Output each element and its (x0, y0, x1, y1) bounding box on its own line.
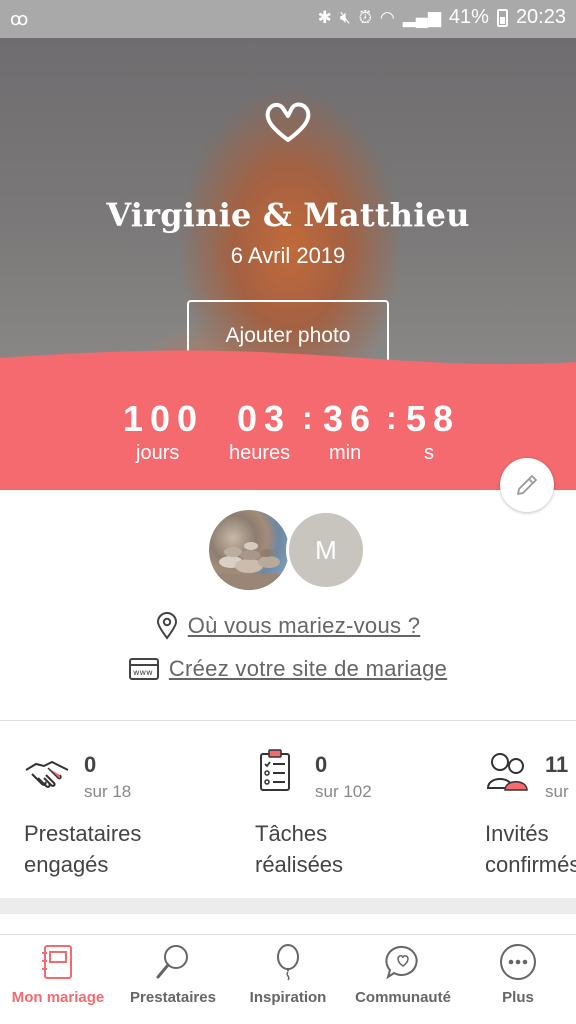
bottom-navigation: Mon mariage Prestataires Inspiration Com… (0, 934, 576, 1024)
clock: 20:23 (515, 6, 566, 28)
stones-image (209, 542, 289, 590)
stat-value: 11 (545, 752, 569, 777)
stat-label-line: engagés (24, 852, 109, 877)
nav-inspiration[interactable]: Inspiration (230, 943, 346, 1006)
alarm-icon: ⏰︎ (358, 8, 372, 27)
pencil-icon (517, 475, 537, 495)
couple-names: Virginie & Matthieu (106, 196, 470, 234)
venue-link-row[interactable]: Où vous mariez-vous ? (0, 612, 576, 640)
nav-label: Inspiration (249, 989, 327, 1006)
stat-label: Prestataires engagés (24, 818, 224, 880)
countdown-hours-label: heures (229, 442, 291, 464)
battery-icon (496, 8, 508, 27)
nav-mon-mariage[interactable]: Mon mariage (0, 943, 116, 1006)
bluetooth-icon: ✱ (317, 8, 332, 27)
website-icon: www (128, 658, 159, 680)
battery-percent: 41% (448, 6, 489, 28)
hero-cover: Virginie & Matthieu 6 Avril 2019 Ajouter… (0, 38, 576, 368)
wedding-date: 6 Avril 2019 (230, 243, 346, 268)
magnifier-icon (156, 945, 188, 979)
countdown-days: 100 (123, 398, 205, 439)
countdown-seconds: 58 (406, 398, 461, 439)
balloon-icon (277, 944, 299, 981)
section-separator (0, 898, 576, 914)
countdown-minutes: 36 (323, 398, 378, 439)
countdown-minutes-label: min (329, 442, 362, 464)
partner-avatar[interactable]: M (286, 510, 366, 590)
website-link[interactable]: Créez votre site de mariage (169, 656, 447, 682)
stat-label-line: Invités (485, 821, 549, 846)
signal-icon: ▂▄▆ (402, 8, 441, 27)
nav-label: Communauté (355, 989, 451, 1006)
wifi-icon: ◠ (379, 8, 395, 27)
countdown-wave (0, 350, 576, 400)
stat-label: Tâches réalisées (255, 818, 455, 880)
svg-text:www: www (133, 668, 153, 677)
stat-total: sur 18 (84, 782, 132, 801)
heart-icon (265, 102, 311, 142)
handshake-icon (25, 760, 69, 788)
partner-photo-avatar[interactable] (209, 510, 289, 590)
more-icon (500, 944, 536, 980)
nav-plus[interactable]: Plus (460, 943, 576, 1006)
stat-value: 0 (84, 752, 97, 777)
stat-label-line: confirmés (485, 852, 576, 877)
status-bar: ꝏ ✱ 🔇︎ ⏰︎ ◠ ▂▄▆ 41% 20:23 (0, 0, 576, 38)
nav-label: Prestataires (130, 989, 216, 1006)
stat-total: sur 102 (315, 782, 372, 801)
checklist-icon (260, 749, 290, 791)
stat-label-line: réalisées (255, 852, 344, 877)
nav-prestataires[interactable]: Prestataires (115, 943, 231, 1006)
stat-label: Invités confirmés (485, 818, 576, 880)
countdown-separator: : (302, 400, 313, 436)
status-icons: ✱ 🔇︎ ⏰︎ ◠ ▂▄▆ 41% 20:23 (318, 6, 566, 29)
voicemail-icon: ꝏ (10, 9, 29, 29)
stat-label-line: Tâches (255, 821, 328, 846)
nav-label: Plus (502, 989, 534, 1006)
countdown-days-label: jours (136, 442, 180, 464)
venue-link[interactable]: Où vous mariez-vous ? (188, 613, 421, 639)
edit-button[interactable] (500, 458, 554, 512)
chat-heart-icon (385, 945, 418, 980)
location-pin-icon (156, 612, 177, 640)
countdown-seconds-label: s (424, 442, 434, 464)
guests-icon (486, 753, 528, 791)
divider (0, 720, 576, 721)
website-link-row[interactable]: www Créez votre site de mariage (0, 656, 576, 682)
stat-total: sur (545, 782, 569, 801)
mute-icon: 🔇︎ (339, 8, 351, 27)
nav-communaute[interactable]: Communauté (345, 943, 461, 1006)
countdown-hours: 03 (237, 398, 292, 439)
nav-label: Mon mariage (11, 989, 105, 1006)
stat-label-line: Prestataires (24, 821, 142, 846)
stat-value: 0 (315, 752, 328, 777)
notebook-icon (42, 945, 72, 979)
countdown-separator: : (386, 400, 397, 436)
